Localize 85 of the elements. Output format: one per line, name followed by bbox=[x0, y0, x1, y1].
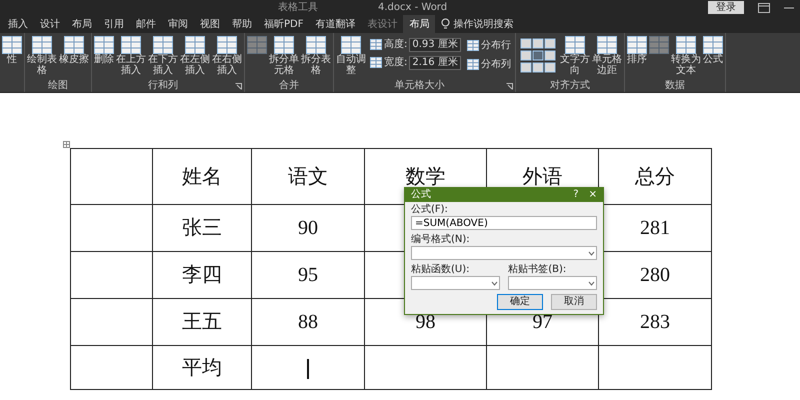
ribbon-tab[interactable]: 布局 bbox=[66, 15, 98, 33]
ribbon-tab[interactable]: 设计 bbox=[34, 15, 66, 33]
ribbon-tab[interactable]: 表设计 bbox=[361, 15, 404, 33]
ribbon-button[interactable]: 转换为文本 bbox=[670, 35, 702, 80]
group-label: 对齐方式 bbox=[550, 80, 590, 92]
group-label: 数据 bbox=[664, 80, 685, 92]
ribbon-button[interactable]: 橡皮擦 bbox=[58, 35, 90, 80]
ribbon-button[interactable]: 删除 bbox=[93, 35, 115, 80]
field-label: 公式(F): bbox=[411, 204, 449, 216]
table-cell: 张三 bbox=[182, 217, 222, 239]
cancel-button[interactable]: 取消 bbox=[551, 294, 597, 310]
ribbon-tab[interactable]: 审阅 bbox=[162, 15, 194, 33]
ribbon-button[interactable]: 文字方向 bbox=[558, 35, 591, 80]
text-cursor bbox=[307, 358, 309, 379]
column-header: 数学 bbox=[406, 166, 446, 188]
ribbon-tab[interactable]: 视图 bbox=[194, 15, 226, 33]
ok-button[interactable]: 确定 bbox=[497, 294, 543, 310]
table-cell: 平均 bbox=[182, 356, 222, 378]
table-cell: 281 bbox=[640, 217, 670, 239]
field-label: 粘贴书签(B): bbox=[508, 264, 568, 276]
table-cell: 王五 bbox=[182, 311, 222, 333]
ribbon-button[interactable]: 单元格边距 bbox=[590, 35, 623, 80]
table-cell: 97 bbox=[532, 311, 552, 333]
window-title: 4.docx - Word bbox=[378, 1, 448, 15]
table-icon[interactable] bbox=[626, 36, 647, 54]
table-cell: 88 bbox=[298, 311, 318, 333]
group-label: 单元格大小 bbox=[394, 80, 444, 92]
column-header: 总分 bbox=[635, 166, 675, 188]
ribbon-button[interactable]: 排序 bbox=[626, 35, 648, 80]
column-header: 语文 bbox=[288, 166, 328, 188]
ribbon-tab[interactable]: 布局 bbox=[403, 15, 436, 33]
dialog-title: 公式 bbox=[411, 188, 431, 202]
table-move-handle-icon[interactable] bbox=[63, 141, 70, 148]
dialog-launcher-icon[interactable] bbox=[506, 83, 513, 90]
table-cell: 95 bbox=[298, 264, 318, 286]
group-label: 行和列 bbox=[148, 80, 178, 92]
ribbon-button[interactable]: 在下方插入 bbox=[147, 35, 179, 80]
field-label: 高度: bbox=[384, 38, 408, 52]
ribbon-button[interactable]: 在上方插入 bbox=[115, 35, 147, 80]
table-cell: 90 bbox=[298, 217, 318, 239]
field-label: 粘贴函数(U): bbox=[411, 264, 470, 276]
table-cell: 李四 bbox=[182, 264, 222, 286]
table-icon[interactable] bbox=[702, 36, 723, 54]
ribbon-tab[interactable]: 引用 bbox=[98, 15, 130, 33]
ribbon-tab[interactable]: 有道翻译 bbox=[309, 15, 362, 33]
close-button[interactable]: × bbox=[588, 188, 597, 202]
ribbon-button[interactable]: 拆分表格 bbox=[300, 35, 332, 80]
group-label: 合并 bbox=[279, 80, 299, 92]
ribbon-tab[interactable]: 邮件 bbox=[130, 15, 162, 33]
table-icon[interactable] bbox=[466, 59, 479, 70]
spin-field[interactable]: 2.16 厘米 bbox=[409, 56, 461, 70]
search-label[interactable]: 操作说明搜索 bbox=[453, 16, 514, 32]
ribbon-button[interactable]: 在左侧插入 bbox=[179, 35, 211, 80]
ribbon-button[interactable]: 在右侧插入 bbox=[211, 35, 243, 80]
table-icon[interactable] bbox=[564, 36, 585, 54]
context-tab-title: 表格工具 bbox=[278, 0, 318, 15]
table-icon[interactable] bbox=[596, 36, 617, 54]
ribbon-button[interactable]: 分布行 bbox=[466, 38, 511, 53]
dialog-launcher-icon[interactable] bbox=[235, 83, 242, 90]
ribbon-display-options-icon[interactable] bbox=[758, 2, 770, 12]
ribbon-button[interactable]: 分布列 bbox=[466, 57, 511, 72]
table-cell: 98 bbox=[416, 311, 436, 333]
table-icon[interactable] bbox=[676, 36, 696, 54]
table-cell: 283 bbox=[640, 311, 670, 333]
ribbon-tab[interactable]: 帮助 bbox=[226, 15, 258, 33]
lightbulb-icon bbox=[441, 18, 450, 30]
column-header: 外语 bbox=[522, 166, 562, 188]
table-icon[interactable] bbox=[466, 40, 479, 51]
group-label: 绘图 bbox=[48, 80, 68, 92]
sign-in-button[interactable]: 登录 bbox=[708, 1, 744, 14]
field-label: 宽度: bbox=[384, 56, 408, 70]
ribbon-button[interactable]: 性 bbox=[1, 35, 23, 80]
ribbon-button[interactable]: 自动调整 bbox=[335, 35, 367, 80]
formula-field[interactable]: =SUM(ABOVE) bbox=[411, 216, 597, 230]
table-cell: 280 bbox=[640, 264, 670, 286]
help-button[interactable]: ? bbox=[573, 188, 579, 202]
alignment-grid-icon[interactable] bbox=[520, 37, 556, 75]
ribbon-tab[interactable]: 福昕PDF bbox=[258, 15, 310, 33]
ribbon-button[interactable]: 绘制表格 bbox=[26, 35, 58, 80]
column-header: 姓名 bbox=[182, 166, 222, 188]
ribbon-tab[interactable]: 插入 bbox=[2, 15, 34, 33]
spin-field[interactable]: 0.93 厘米 bbox=[409, 38, 461, 52]
ribbon-button[interactable]: 公式 bbox=[702, 35, 724, 80]
field-label: 编号格式(N): bbox=[411, 234, 471, 246]
ribbon-button[interactable]: 拆分单元格 bbox=[268, 35, 300, 80]
